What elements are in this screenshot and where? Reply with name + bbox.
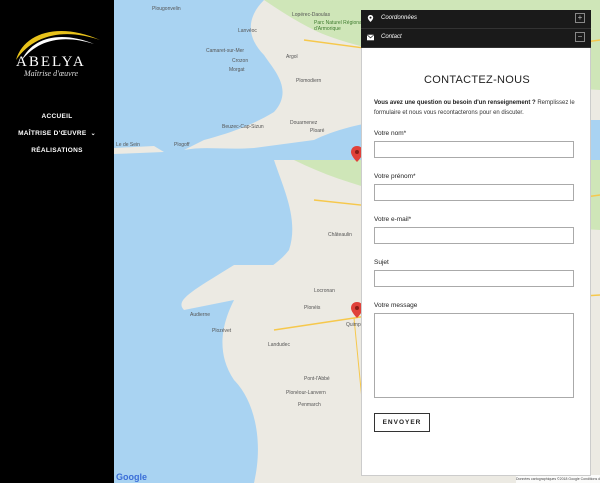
map-label: Plougonvelin: [152, 6, 181, 12]
envoyer-button[interactable]: ENVOYER: [374, 413, 430, 432]
accordion-coordonnees[interactable]: Coordonnées +: [361, 10, 591, 29]
message-field[interactable]: [374, 313, 574, 398]
nav-item-accueil[interactable]: ACCUEIL: [0, 108, 114, 125]
sidebar: ABELYA Maîtrise d'œuvre ACCUEIL MAÎTRISE…: [0, 0, 114, 483]
contact-form: CONTACTEZ-NOUS Vous avez une question ou…: [361, 48, 591, 476]
accordion-contact[interactable]: Contact −: [361, 29, 591, 48]
map-label: Plonéis: [304, 305, 321, 311]
collapse-icon[interactable]: −: [575, 32, 585, 42]
sujet-label: Sujet: [374, 259, 389, 266]
form-intro-question: Vous avez une question ou besoin d'un re…: [374, 100, 536, 106]
map-label: Le de Sein: [116, 142, 140, 148]
map-pin-icon: [367, 15, 374, 22]
map-label: Locronan: [314, 288, 335, 294]
nom-field[interactable]: [374, 141, 574, 158]
map-label: Parc Naturel Régional d'Armorique: [314, 20, 363, 32]
map-label: Lopérec-Daoulas: [292, 12, 331, 18]
map-label: Pont-l'Abbé: [304, 376, 330, 382]
nav-item-label: ACCUEIL: [41, 113, 73, 120]
message-label: Votre message: [374, 302, 418, 309]
map-label: Argol: [286, 54, 298, 60]
accordion-title: Coordonnées: [381, 15, 418, 21]
expand-icon[interactable]: +: [575, 13, 585, 23]
prenom-field[interactable]: [374, 184, 574, 201]
accordion-title: Contact: [381, 34, 402, 40]
contact-panel: Coordonnées + Contact − CONTACTEZ-NOUS V…: [361, 10, 591, 476]
map-label: Douarnenez: [290, 120, 318, 126]
map-label: Plogoff: [174, 142, 190, 148]
nav-item-maitrise[interactable]: MAÎTRISE D'ŒUVRE ⌄: [0, 125, 114, 142]
nom-label: Votre nom*: [374, 130, 407, 137]
map-label: Lanvéoc: [238, 28, 257, 34]
nav-item-label: MAÎTRISE D'ŒUVRE: [18, 130, 87, 137]
chevron-down-icon: ⌄: [90, 131, 96, 137]
map-label: Beuzec-Cap-Sizun: [222, 124, 264, 130]
prenom-label: Votre prénom*: [374, 173, 416, 180]
map-label: Plonéour-Lanvern: [286, 390, 326, 396]
google-logo[interactable]: Google: [116, 472, 147, 482]
form-title: CONTACTEZ-NOUS: [423, 74, 531, 86]
email-field[interactable]: [374, 227, 574, 244]
map-label: Plozévet: [212, 328, 232, 334]
brand-tagline: Maîtrise d'œuvre: [24, 69, 79, 78]
email-label: Votre e-mail*: [374, 216, 412, 223]
map-label: Morgat: [229, 67, 245, 73]
map-label: Crozon: [232, 58, 249, 64]
map-label: Plomodiern: [296, 78, 322, 84]
map-label: Camaret-sur-Mer: [206, 48, 245, 54]
nav-item-label: RÉALISATIONS: [31, 147, 83, 154]
form-intro: Vous avez une question ou besoin d'un re…: [374, 98, 586, 118]
envelope-icon: [367, 34, 374, 41]
nav-item-realisations[interactable]: RÉALISATIONS: [0, 142, 114, 159]
map-label: Ploaré: [310, 128, 325, 134]
map-label: Landudec: [268, 342, 290, 348]
brand-logo[interactable]: ABELYA Maîtrise d'œuvre: [10, 22, 106, 78]
map-label: Audierne: [190, 312, 211, 318]
map-attribution[interactable]: Données cartographiques ©2018 Google Con…: [516, 475, 600, 483]
map-label: Penmarch: [298, 402, 321, 408]
main-nav: ACCUEIL MAÎTRISE D'ŒUVRE ⌄ RÉALISATIONS: [0, 108, 114, 159]
map-label: Châteaulin: [328, 232, 352, 238]
sujet-field[interactable]: [374, 270, 574, 287]
